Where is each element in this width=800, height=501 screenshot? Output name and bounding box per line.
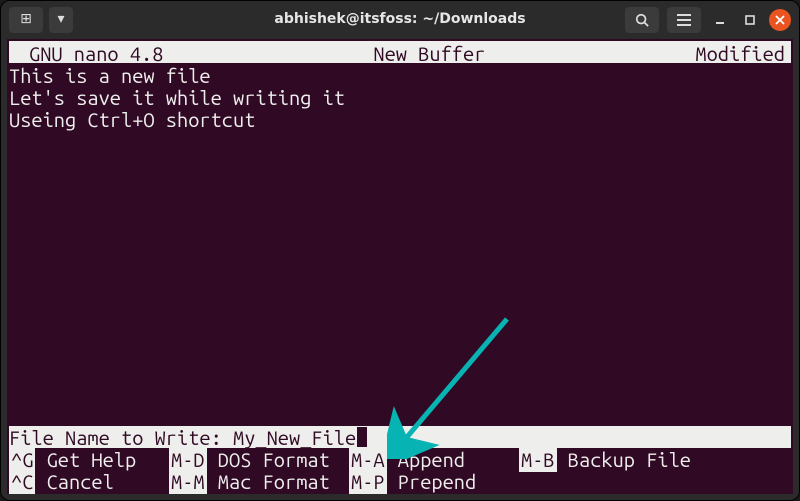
shortcut-label: Prepend xyxy=(387,469,477,494)
filename-prompt[interactable]: File Name to Write: My_New_File xyxy=(9,426,791,448)
window-title: abhishek@itsfoss: ~/Downloads xyxy=(1,11,799,29)
nano-header: GNU nano 4.8 New Buffer Modified xyxy=(9,41,791,63)
shortcut-key: M-P xyxy=(349,469,387,494)
text-cursor xyxy=(357,427,367,447)
terminal-viewport[interactable]: GNU nano 4.8 New Buffer Modified This is… xyxy=(7,39,793,494)
shortcut-key: M-B xyxy=(519,447,557,472)
shortcut-row: ^G Get Help M-D DOS Format M-A Append M-… xyxy=(9,448,791,470)
nano-bottom-section: File Name to Write: My_New_File ^G Get H… xyxy=(9,426,791,492)
shortcut-label: Backup File xyxy=(557,447,691,472)
nano-buffer-name: New Buffer xyxy=(163,41,695,63)
terminal-window: ⊞ ▾ abhishek@itsfoss: ~/Downloads xyxy=(0,0,800,501)
shortcut-cancel[interactable]: ^C Cancel xyxy=(9,470,169,492)
editor-line: This is a new file xyxy=(9,63,791,85)
shortcut-label: Cancel xyxy=(35,469,113,494)
shortcut-mac-format[interactable]: M-M Mac Format xyxy=(169,470,349,492)
shortcut-append[interactable]: M-A Append xyxy=(349,448,519,470)
nano-app-name: GNU nano 4.8 xyxy=(9,41,163,63)
shortcut-label: Mac Format xyxy=(207,469,330,494)
shortcut-backup-file[interactable]: M-B Backup File xyxy=(519,448,719,470)
window-titlebar: ⊞ ▾ abhishek@itsfoss: ~/Downloads xyxy=(1,1,799,39)
shortcut-empty xyxy=(519,470,719,492)
shortcut-key: ^C xyxy=(9,469,35,494)
editor-line: Let's save it while writing it xyxy=(9,85,791,107)
nano-status: Modified xyxy=(695,41,791,63)
shortcut-prepend[interactable]: M-P Prepend xyxy=(349,470,519,492)
editor-line: Useing Ctrl+O shortcut xyxy=(9,107,791,129)
shortcut-get-help[interactable]: ^G Get Help xyxy=(9,448,169,470)
shortcut-key: M-M xyxy=(169,469,207,494)
shortcut-dos-format[interactable]: M-D DOS Format xyxy=(169,448,349,470)
editor-blank-area xyxy=(9,129,791,429)
shortcut-row: ^C Cancel M-M Mac Format M-P Prepend xyxy=(9,470,791,492)
